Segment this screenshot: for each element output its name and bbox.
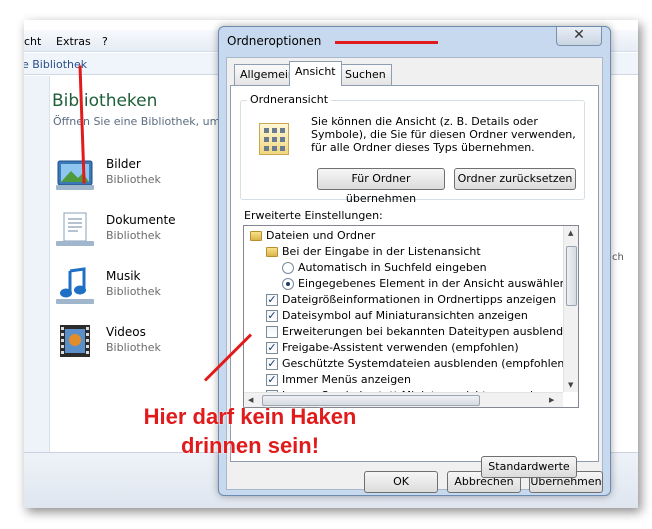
page-subtitle: Öffnen Sie eine Bibliothek, um [53, 115, 221, 128]
setting-radio[interactable] [282, 278, 294, 290]
tab-ansicht[interactable]: Ansicht [289, 61, 342, 86]
page-title: Bibliotheken [52, 91, 158, 111]
setting-checkbox[interactable] [266, 326, 278, 338]
annotation-arrow-title [335, 41, 438, 44]
library-name: Bilder [106, 157, 141, 171]
setting-checkbox[interactable]: ✓ [266, 294, 278, 306]
tab-suchen[interactable]: Suchen [339, 64, 392, 85]
folder-view-icon [259, 123, 289, 155]
ok-button[interactable]: OK [364, 471, 438, 493]
library-name: Videos [106, 325, 146, 339]
group-label: Ordneransicht [247, 93, 332, 106]
library-type: Bibliothek [106, 229, 161, 242]
setting-label: Bei der Eingabe in der Listenansicht [282, 245, 481, 258]
library-item-bilder[interactable]: Bilder Bibliothek [54, 153, 224, 201]
background-text-fragment: ch [612, 252, 624, 263]
library-item-musik[interactable]: Musik Bibliothek [54, 265, 224, 313]
folder-icon [266, 247, 278, 257]
reset-folders-button[interactable]: Ordner zurücksetzen [454, 168, 576, 190]
scroll-right-icon[interactable]: ▶ [549, 396, 554, 404]
music-library-icon [56, 267, 94, 304]
setting-label: Immer Menüs anzeigen [282, 373, 411, 386]
advanced-settings-tree[interactable]: Dateien und Ordner Bei der Eingabe in der… [243, 225, 579, 408]
annotation-line-2: drinnen sein! [180, 433, 320, 458]
library-type: Bibliothek [106, 341, 161, 354]
scroll-down-icon[interactable]: ▼ [568, 381, 573, 389]
vertical-scroll-thumb[interactable] [566, 246, 577, 306]
library-name: Musik [106, 269, 141, 283]
setting-label: Erweiterungen bei bekannten Dateitypen a… [282, 325, 563, 338]
vertical-scrollbar[interactable]: ▲ ▼ [563, 226, 578, 392]
setting-label: Dateien und Ordner [266, 229, 376, 242]
restore-defaults-button[interactable]: Standardwerte [481, 456, 577, 478]
library-item-videos[interactable]: Videos Bibliothek [54, 321, 224, 369]
explorer-nav-pane [24, 76, 50, 508]
setting-label: Eingegebenes Element in der Ansicht ausw… [298, 277, 563, 290]
library-type: Bibliothek [106, 285, 161, 298]
advanced-settings-label: Erweiterte Einstellungen: [244, 209, 383, 222]
menu-item-extras[interactable]: Extras [56, 35, 91, 48]
folder-icon [250, 231, 262, 241]
menu-item-ansicht[interactable]: cht [24, 35, 41, 48]
apply-to-folders-button[interactable]: Für Ordner übernehmen [317, 168, 445, 205]
setting-checkbox[interactable]: ✓ [266, 374, 278, 386]
setting-checkbox[interactable]: ✓ [266, 342, 278, 354]
close-icon: ✕ [573, 27, 585, 43]
close-button[interactable]: ✕ [556, 27, 602, 46]
menu-item-help[interactable]: ? [102, 35, 108, 48]
setting-label: Dateisymbol auf Miniaturansichten anzeig… [282, 309, 528, 322]
setting-label: Geschützte Systemdateien ausblenden (emp… [282, 357, 563, 370]
library-type: Bibliothek [106, 173, 161, 186]
library-item-dokumente[interactable]: Dokumente Bibliothek [54, 209, 224, 257]
setting-label: Freigabe-Assistent verwenden (empfohlen) [282, 341, 519, 354]
documents-library-icon [56, 212, 94, 246]
settings-list: Dateien und Ordner Bei der Eingabe in der… [244, 226, 563, 392]
library-name: Dokumente [106, 213, 176, 227]
setting-checkbox[interactable]: ✓ [266, 358, 278, 370]
annotation-text: Hier darf kein Haken drinnen sein! [100, 402, 400, 460]
setting-label: Automatisch in Suchfeld eingeben [298, 261, 487, 274]
setting-radio[interactable] [282, 262, 294, 274]
setting-checkbox[interactable]: ✓ [266, 310, 278, 322]
group-description: Sie können die Ansicht (z. B. Details od… [311, 115, 576, 154]
videos-library-icon [60, 325, 90, 357]
setting-label: Dateigrößeinformationen in Ordnertipps a… [282, 293, 557, 306]
scroll-up-icon[interactable]: ▲ [568, 229, 573, 237]
folder-view-group: Ordneransicht Sie können die Ansicht (z.… [240, 93, 585, 205]
annotation-line-1: Hier darf kein Haken [143, 404, 357, 429]
pictures-library-icon [56, 160, 94, 190]
dialog-title: Ordneroptionen [227, 34, 322, 48]
